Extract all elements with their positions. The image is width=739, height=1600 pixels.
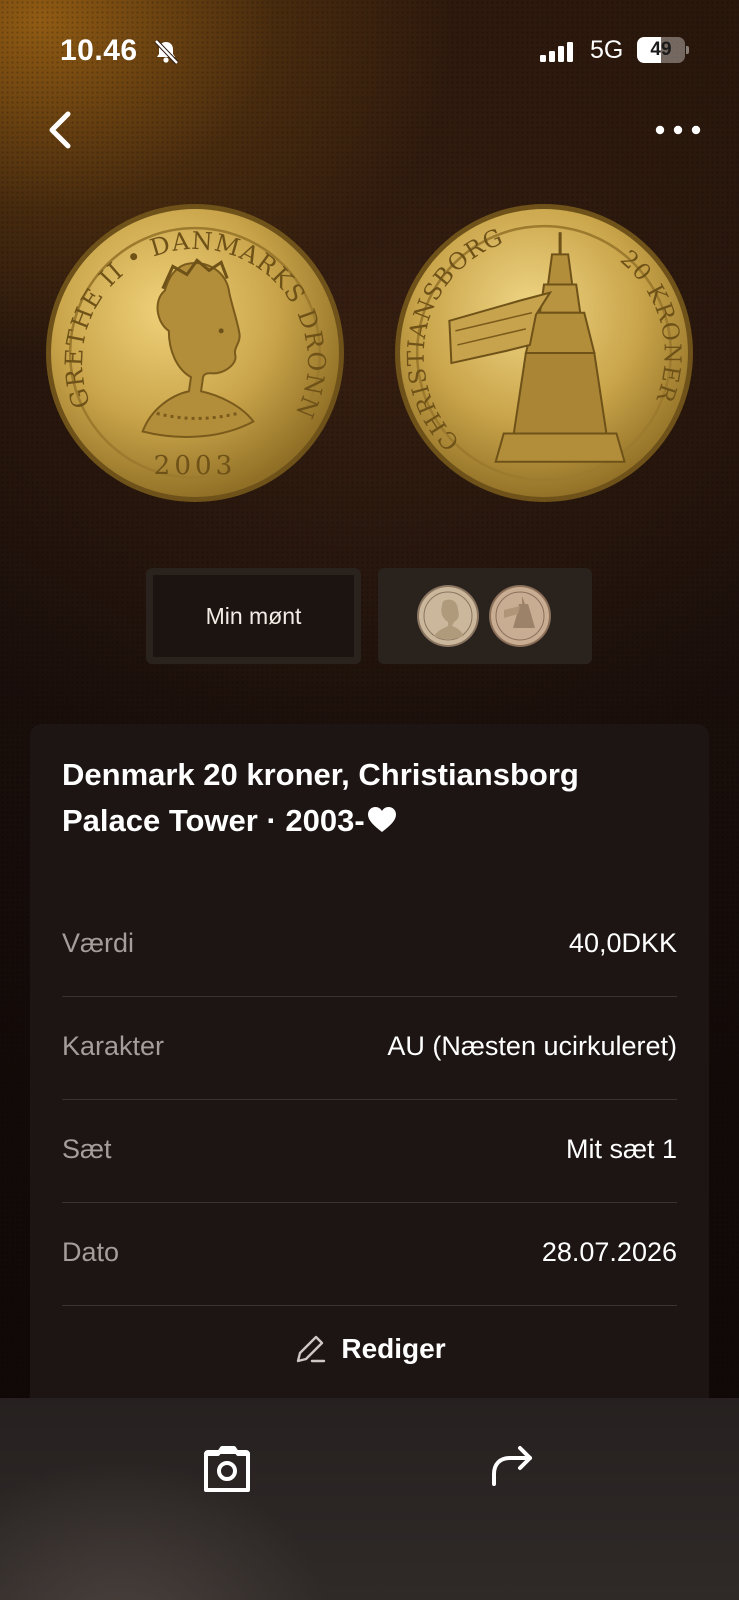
detail-row-grade: Karakter AU (Næsten ucirkuleret) [62,997,677,1100]
bottom-toolbar [0,1398,739,1600]
battery-level: 49 [650,39,672,60]
coin-title: Denmark 20 kroner, Christiansborg Palace… [62,752,662,844]
photo-icon[interactable] [202,1444,252,1494]
coin-obverse-image[interactable]: MARGRETHE II • DANMARKS DRONNING 2003 [44,202,346,504]
status-bar: 10.46 5G 49 [0,30,739,70]
more-options-button[interactable] [652,112,704,148]
detail-value: 28.07.2026 [541,1237,677,1267]
network-type: 5G [590,36,624,64]
detail-row-set: Sæt Mit sæt 1 [62,1100,677,1203]
reference-obverse-thumbnail [416,584,480,648]
signal-icon [540,42,573,62]
edit-button-label: Rediger [341,1333,446,1364]
detail-value: AU (Næsten ucirkuleret) [387,1031,677,1061]
bell-muted-icon [154,39,179,65]
detail-key: Sæt [62,1134,112,1164]
coin-reverse-image[interactable]: CHRISTIANSBORG 20 KRONER [393,202,695,504]
coin-obverse-year: 2003 [154,451,237,481]
battery-icon: 49 [637,37,689,63]
coin-title-text: Denmark 20 kroner, Christiansborg Palace… [62,757,579,838]
back-button[interactable] [40,105,84,155]
detail-key: Karakter [62,1031,165,1061]
edit-button[interactable]: Rediger [30,1332,709,1371]
detail-row-date: Dato 28.07.2026 [62,1203,677,1306]
tab-my-coin[interactable]: Min mønt [146,568,361,664]
tab-reference-images[interactable] [378,568,592,664]
coin-details-card: Denmark 20 kroner, Christiansborg Palace… [30,724,709,1424]
tab-my-coin-label: Min mønt [205,603,302,629]
heart-icon[interactable] [367,806,397,834]
detail-key: Værdi [62,928,135,958]
detail-value: 40,0DKK [568,928,677,958]
detail-row-value: Værdi 40,0DKK [62,894,677,997]
status-time: 10.46 [60,34,138,67]
reference-reverse-thumbnail [488,584,552,648]
detail-key: Dato [62,1237,120,1267]
pencil-icon [297,1335,326,1363]
detail-value: Mit sæt 1 [565,1134,677,1164]
share-arrow-icon[interactable] [488,1442,536,1490]
